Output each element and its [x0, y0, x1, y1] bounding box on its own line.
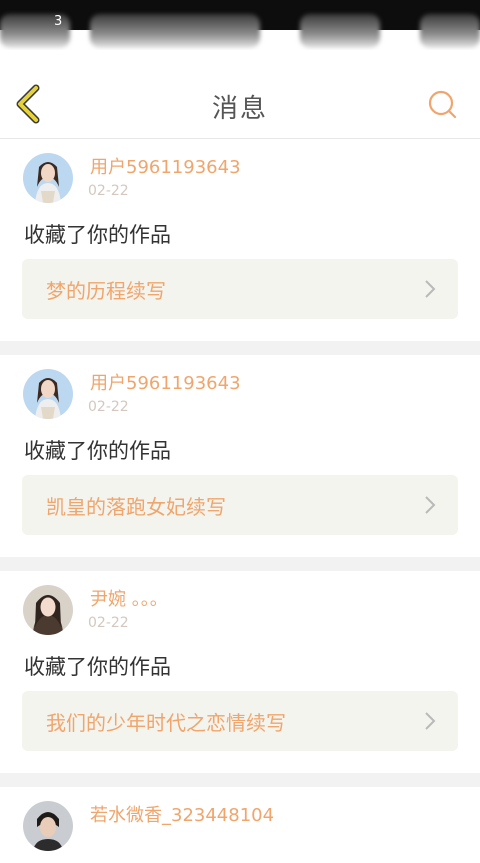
status-bar-blur	[90, 14, 260, 48]
chevron-right-icon	[425, 496, 436, 514]
notification-card: 用户5961193643 02-22 收藏了你的作品 凯皇的落跑女妃续写	[0, 355, 480, 557]
avatar[interactable]	[23, 801, 73, 851]
notification-action-text: 收藏了你的作品	[24, 655, 171, 679]
avatar-image	[23, 585, 73, 635]
status-time: 3	[54, 14, 63, 29]
status-bar-blur	[420, 14, 480, 48]
work-title: 凯皇的落跑女妃续写	[46, 495, 226, 519]
work-link[interactable]: 我们的少年时代之恋情续写	[22, 691, 458, 751]
nav-bar: 消息	[0, 50, 480, 139]
chevron-right-icon	[425, 712, 436, 730]
avatar-image	[23, 801, 73, 851]
status-bar-blur	[300, 14, 380, 48]
work-title: 我们的少年时代之恋情续写	[46, 711, 286, 735]
work-link[interactable]: 梦的历程续写	[22, 259, 458, 319]
username[interactable]: 用户5961193643	[90, 369, 241, 395]
notification-action-text: 收藏了你的作品	[24, 223, 171, 247]
page-title: 消息	[211, 94, 268, 124]
notification-action-text: 收藏了你的作品	[24, 439, 171, 463]
username[interactable]: 尹婉 。。。	[90, 585, 168, 611]
notification-date: 02-22	[88, 183, 129, 199]
notification-header: 尹婉 。。。 02-22	[22, 571, 458, 647]
avatar[interactable]	[23, 585, 73, 635]
notification-date: 02-22	[88, 399, 129, 415]
notification-header: 用户5961193643 02-22	[22, 139, 458, 215]
avatar-image	[23, 369, 73, 419]
notification-header: 用户5961193643 02-22	[22, 355, 458, 431]
notification-date: 02-22	[88, 615, 129, 631]
notification-card: 用户5961193643 02-22 收藏了你的作品 梦的历程续写	[0, 139, 480, 341]
avatar[interactable]	[23, 153, 73, 203]
notification-list: 用户5961193643 02-22 收藏了你的作品 梦的历程续写 用户5961…	[0, 139, 480, 863]
avatar-image	[23, 153, 73, 203]
divider	[0, 773, 480, 787]
divider	[0, 341, 480, 355]
username[interactable]: 用户5961193643	[90, 153, 241, 179]
work-title: 梦的历程续写	[46, 279, 166, 303]
chevron-right-icon	[425, 280, 436, 298]
avatar[interactable]	[23, 369, 73, 419]
search-icon	[428, 90, 457, 119]
username[interactable]: 若水微香_323448104	[90, 801, 274, 827]
search-button[interactable]	[428, 90, 458, 120]
work-link[interactable]: 凯皇的落跑女妃续写	[22, 475, 458, 535]
status-bar: 3	[0, 0, 480, 50]
notification-card: 尹婉 。。。 02-22 收藏了你的作品 我们的少年时代之恋情续写	[0, 571, 480, 773]
divider	[0, 557, 480, 571]
